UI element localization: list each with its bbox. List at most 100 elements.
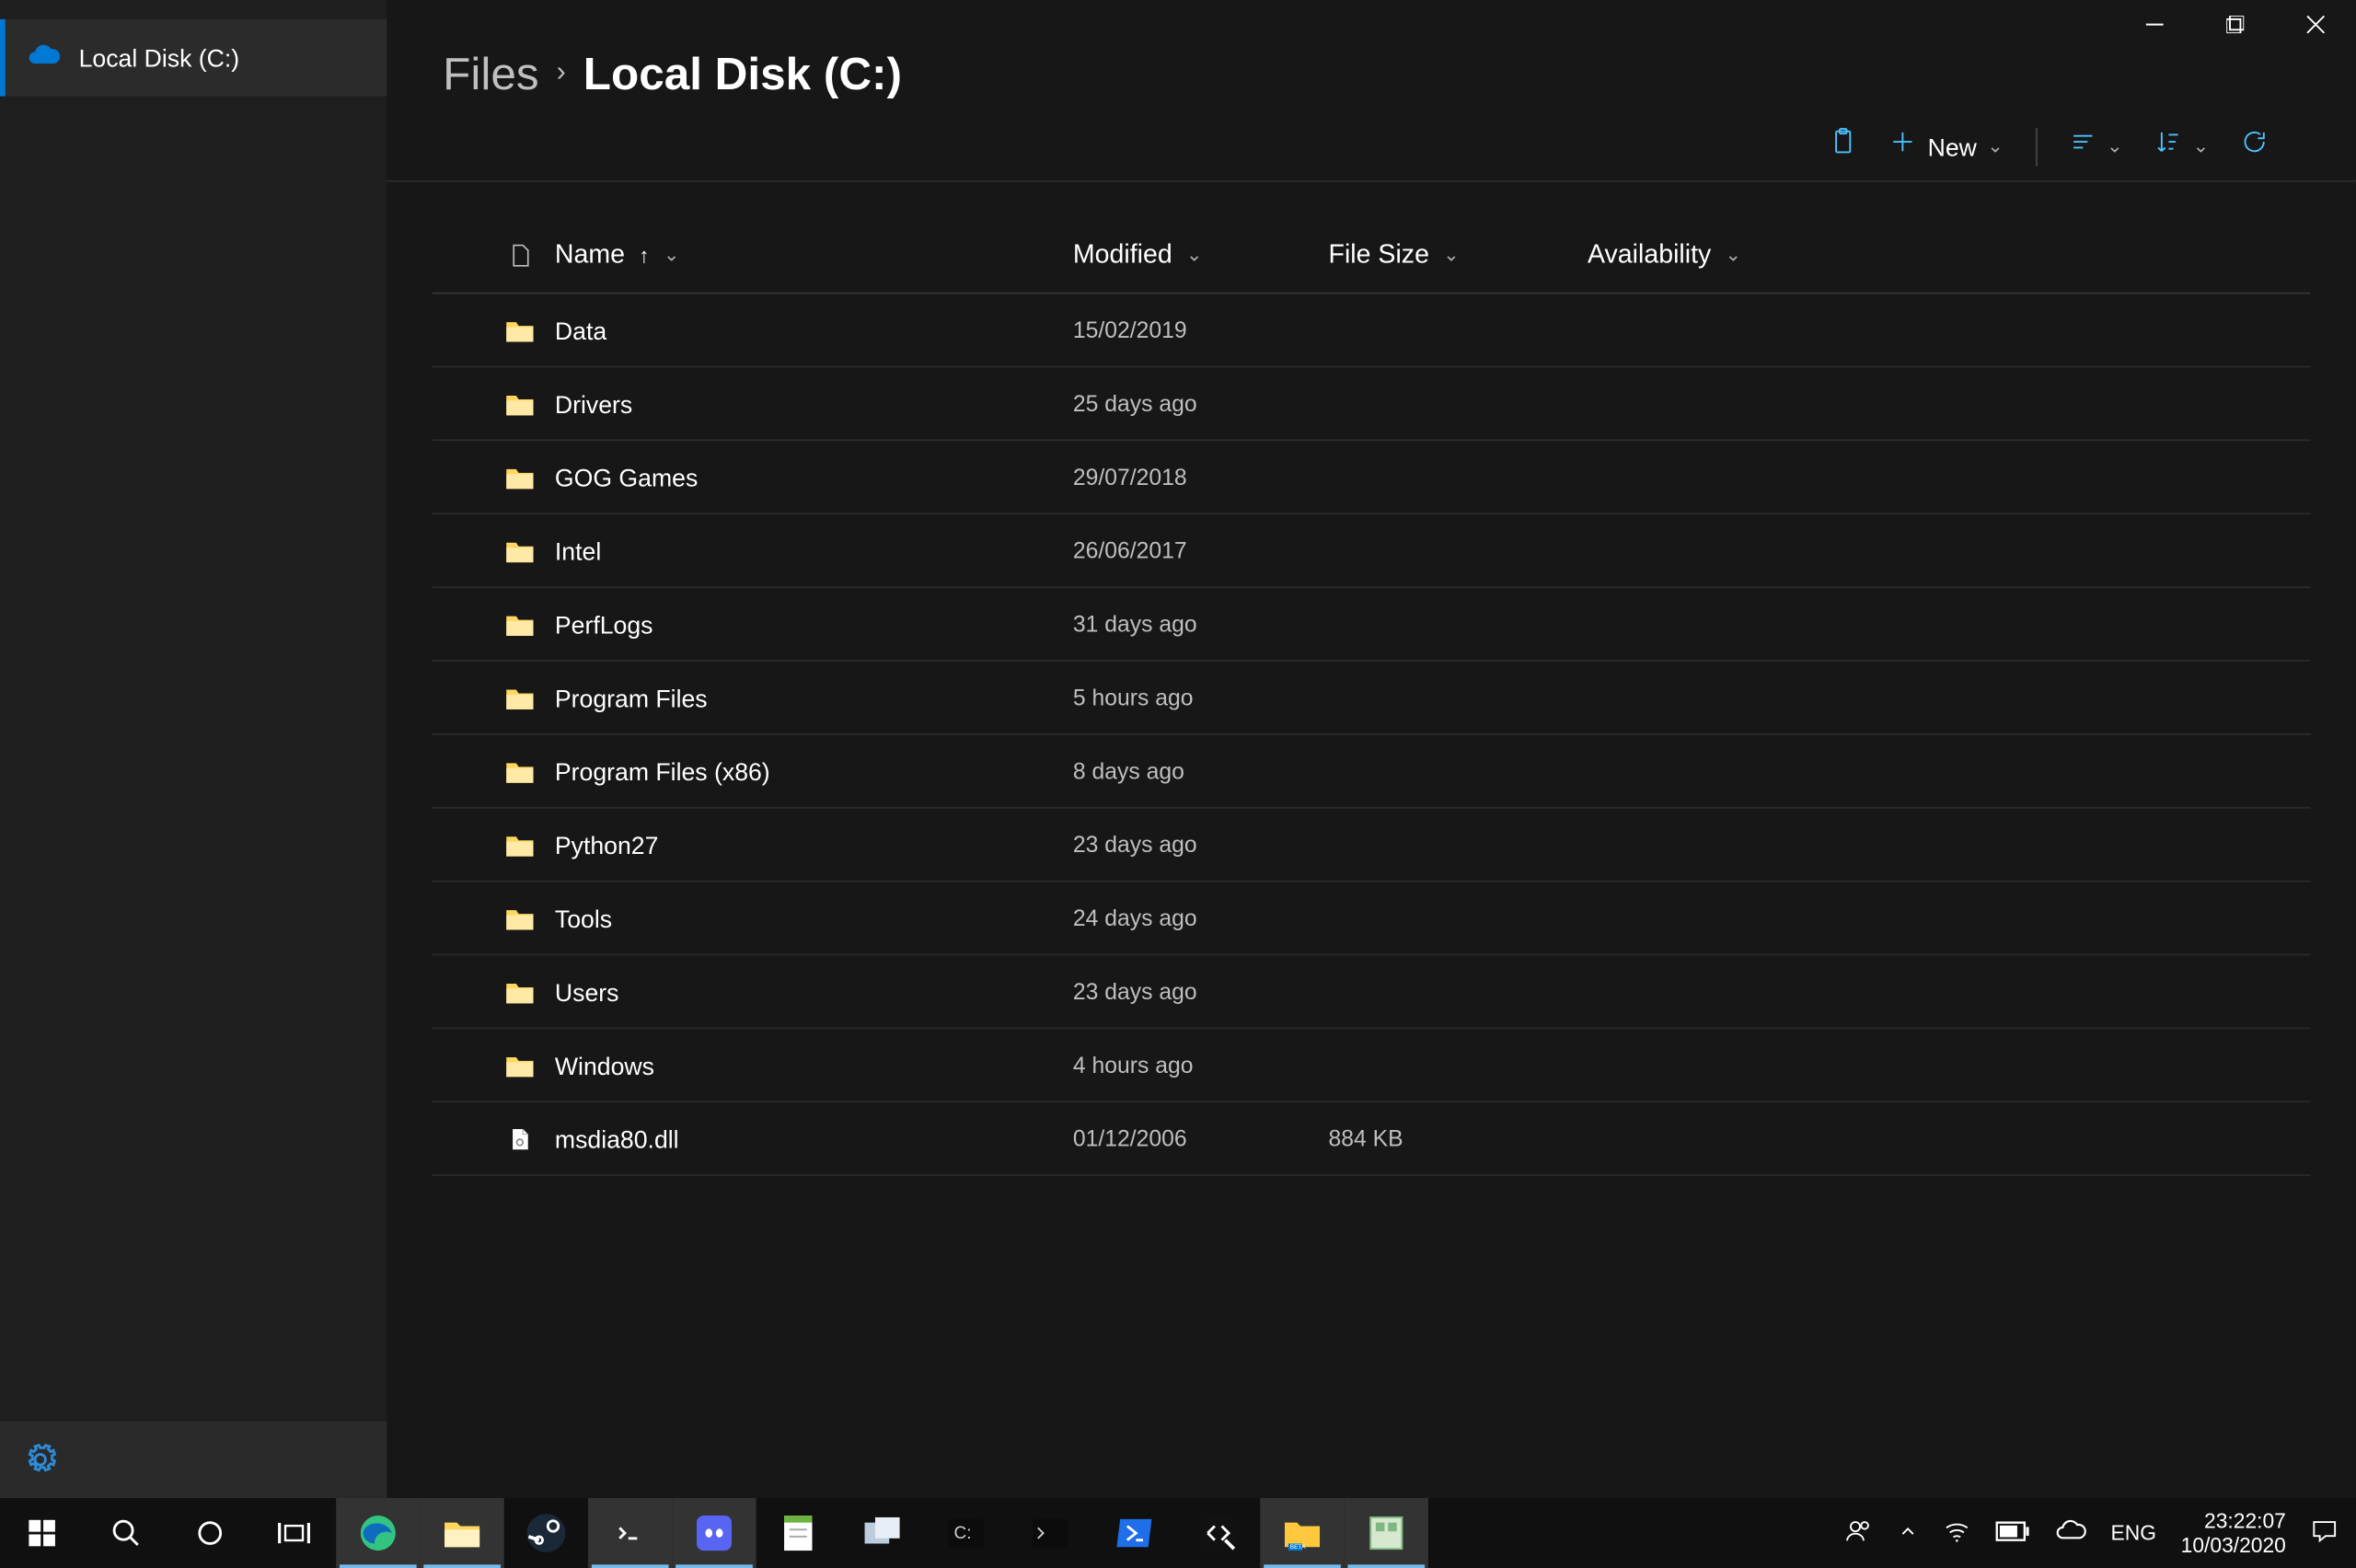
table-row[interactable]: Drivers25 days ago [433, 367, 2311, 441]
search-button[interactable] [84, 1498, 167, 1568]
svg-text:C:: C: [954, 1524, 972, 1543]
file-modified: 23 days ago [1073, 831, 1197, 858]
maximize-button[interactable] [2195, 0, 2275, 49]
taskbar-app-steam[interactable] [504, 1498, 588, 1568]
folder-icon [504, 905, 536, 930]
settings-button[interactable] [0, 1421, 387, 1498]
file-name: Users [555, 977, 619, 1005]
view-button[interactable]: ⌄ [2068, 128, 2122, 165]
breadcrumb-root[interactable]: Files [443, 46, 538, 100]
people-icon[interactable] [1844, 1516, 1872, 1550]
table-row[interactable]: Data 15/02/2019 [433, 294, 2311, 368]
wifi-icon[interactable] [1943, 1516, 1970, 1550]
sidebar-tab-label: Local Disk (C:) [79, 44, 240, 72]
table-row[interactable]: Program Files5 hours ago [433, 662, 2311, 735]
paste-icon[interactable] [1830, 128, 1857, 165]
taskbar-app-sysinfo[interactable] [1345, 1498, 1428, 1568]
table-row[interactable]: msdia80.dll 01/12/2006 884 KB [433, 1102, 2311, 1176]
table-row[interactable]: Python2723 days ago [433, 809, 2311, 882]
folder-icon [504, 538, 536, 563]
file-name: msdia80.dll [555, 1124, 679, 1152]
taskbar-app-notepad[interactable] [756, 1498, 840, 1568]
refresh-button[interactable] [2240, 128, 2268, 165]
name-column-header[interactable]: Name ↑ ⌄ [555, 240, 1073, 270]
new-label: New [1928, 133, 1977, 160]
tray-chevron-icon[interactable] [1898, 1520, 1919, 1547]
table-row[interactable]: Windows 4 hours ago [433, 1029, 2311, 1102]
taskbar: C: BETA ENG 23:22:07 10/03/2020 [0, 1498, 2356, 1568]
onedrive-tray-icon[interactable] [2055, 1515, 2086, 1551]
file-name: Drivers [555, 389, 632, 417]
list-icon [2068, 128, 2096, 165]
chevron-down-icon: ⌄ [2107, 134, 2123, 157]
file-modified: 01/12/2006 [1073, 1125, 1187, 1152]
table-header: Name ↑ ⌄ Modified ⌄ File Size ⌄ Availabi… [433, 217, 2311, 294]
taskbar-app-files[interactable]: BETA [1260, 1498, 1344, 1568]
file-name: Data [555, 316, 606, 343]
file-modified: 24 days ago [1073, 905, 1197, 931]
taskbar-app-cmd[interactable]: C: [924, 1498, 1008, 1568]
sidebar-tab-local-disk[interactable]: Local Disk (C:) [0, 19, 387, 97]
file-size: 884 KB [1329, 1125, 1403, 1152]
action-center-icon[interactable] [2311, 1516, 2339, 1550]
availability-column-header[interactable]: Availability ⌄ [1588, 240, 1867, 270]
folder-icon [504, 979, 536, 1004]
table-row[interactable]: GOG Games29/07/2018 [433, 441, 2311, 514]
taskbar-app-explorer[interactable] [420, 1498, 503, 1568]
breadcrumb: Files › Local Disk (C:) [387, 0, 2356, 112]
taskbar-app-discord[interactable] [672, 1498, 756, 1568]
table-row[interactable]: Tools24 days ago [433, 882, 2311, 956]
minimize-button[interactable] [2114, 0, 2194, 49]
size-column-header[interactable]: File Size ⌄ [1329, 240, 1588, 270]
table-row[interactable]: Intel26/06/2017 [433, 514, 2311, 588]
clock[interactable]: 23:22:07 10/03/2020 [2181, 1508, 2286, 1559]
taskbar-app-generic[interactable] [840, 1498, 924, 1568]
sort-asc-icon: ↑ [639, 242, 649, 267]
sort-icon [2154, 128, 2182, 165]
clock-date: 10/03/2020 [2181, 1533, 2286, 1558]
onedrive-icon [27, 40, 62, 75]
taskbar-app-cmd2[interactable] [1008, 1498, 1091, 1568]
file-modified: 26/06/2017 [1073, 537, 1187, 564]
clock-time: 23:22:07 [2181, 1508, 2286, 1533]
sidebar: Local Disk (C:) [0, 0, 387, 1498]
chevron-right-icon: › [557, 58, 566, 89]
chevron-down-icon: ⌄ [1186, 243, 1203, 266]
sort-button[interactable]: ⌄ [2154, 128, 2209, 165]
taskbar-app-devtools[interactable] [1176, 1498, 1260, 1568]
icon-column-header[interactable] [485, 239, 555, 271]
modified-column-header[interactable]: Modified ⌄ [1073, 240, 1329, 270]
file-name: Program Files [555, 684, 708, 711]
folder-icon [504, 317, 536, 342]
table-row[interactable]: Program Files (x86)8 days ago [433, 735, 2311, 809]
cortana-button[interactable] [168, 1498, 252, 1568]
taskbar-app-powershell[interactable] [1092, 1498, 1176, 1568]
file-icon [508, 239, 533, 271]
taskbar-app-edge[interactable] [336, 1498, 420, 1568]
new-button[interactable]: New ⌄ [1889, 128, 2004, 165]
file-modified: 4 hours ago [1073, 1052, 1194, 1078]
folder-icon [504, 758, 536, 783]
file-table: Name ↑ ⌄ Modified ⌄ File Size ⌄ Availabi… [387, 182, 2356, 1176]
file-modified: 29/07/2018 [1073, 464, 1187, 490]
file-modified: 31 days ago [1073, 611, 1197, 638]
language-indicator[interactable]: ENG [2111, 1521, 2156, 1546]
file-modified: 23 days ago [1073, 978, 1197, 1005]
taskbar-app-terminal[interactable] [588, 1498, 672, 1568]
file-modified: 15/02/2019 [1073, 317, 1187, 343]
table-row[interactable]: PerfLogs31 days ago [433, 588, 2311, 662]
battery-icon[interactable] [1995, 1520, 2030, 1547]
start-button[interactable] [0, 1498, 84, 1568]
folder-icon [504, 686, 536, 710]
chevron-down-icon: ⌄ [2193, 134, 2210, 157]
folder-icon [504, 1053, 536, 1078]
file-name: Windows [555, 1051, 654, 1078]
folder-icon [504, 391, 536, 416]
toolbar: New ⌄ ⌄ ⌄ [387, 112, 2356, 182]
close-button[interactable] [2275, 0, 2355, 49]
table-row[interactable]: Users 23 days ago [433, 955, 2311, 1029]
chevron-down-icon: ⌄ [1987, 134, 2004, 157]
svg-text:BETA: BETA [1290, 1544, 1306, 1551]
divider [2035, 127, 2037, 166]
task-view-button[interactable] [252, 1498, 336, 1568]
